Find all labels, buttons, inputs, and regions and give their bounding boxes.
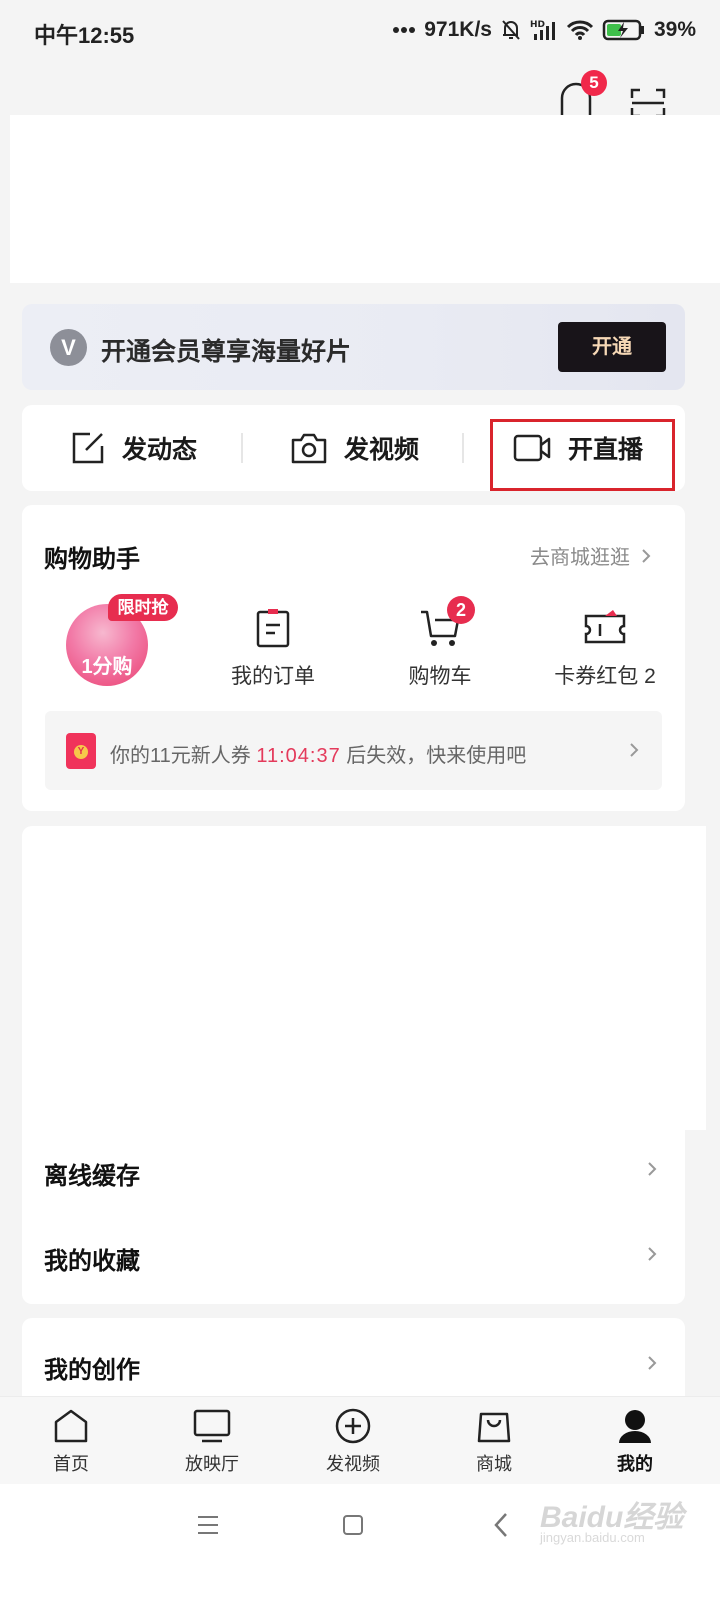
profile-header-area	[10, 115, 720, 283]
shopping-title: 购物助手	[44, 546, 140, 573]
battery-charging-icon	[602, 19, 644, 41]
mute-bell-icon	[502, 20, 520, 40]
chevron-right-icon	[648, 1162, 657, 1176]
menu-icon[interactable]	[196, 1514, 220, 1536]
status-icons: 971K/s HD 39%	[392, 18, 696, 42]
nav-me-label: 我的	[617, 1454, 653, 1474]
nav-theater[interactable]: 放映厅	[167, 1408, 257, 1476]
action-divider	[241, 433, 243, 463]
coupon-prefix: 你的11元新人券	[110, 745, 251, 767]
nav-home[interactable]: 首页	[26, 1408, 116, 1476]
chevron-right-icon	[630, 743, 639, 757]
post-update-label: 发动态	[122, 436, 198, 464]
status-bar: 中午12:55 971K/s HD 39%	[0, 0, 720, 62]
flash-sale-tag: 限时抢	[108, 594, 178, 621]
coupons-button[interactable]: 卡券红包 2	[545, 608, 665, 690]
red-packet-coin: Y	[74, 745, 88, 759]
nav-home-label: 首页	[53, 1454, 89, 1474]
camera-icon	[291, 433, 327, 464]
flash-sale-text: 1分购	[81, 656, 133, 678]
scan-icon[interactable]	[630, 88, 666, 118]
svg-text:HD: HD	[530, 20, 545, 30]
highlight-annotation-box	[490, 419, 675, 491]
nav-post-video[interactable]: 发视频	[308, 1408, 398, 1476]
coupons-label: 卡券红包 2	[554, 665, 656, 688]
my-orders-label: 我的订单	[231, 665, 315, 688]
vip-open-button[interactable]: 开通	[558, 322, 666, 372]
nav-me[interactable]: 我的	[590, 1408, 680, 1476]
nav-post-video-label: 发视频	[326, 1454, 380, 1474]
post-video-label: 发视频	[344, 436, 420, 464]
battery-percent: 39%	[653, 18, 696, 41]
vip-logo: V	[50, 329, 87, 366]
chevron-right-icon	[648, 1356, 657, 1370]
profile-icon	[619, 1410, 651, 1443]
chevron-right-icon	[642, 548, 651, 563]
coupon-message: 你的11元新人券 11:04:37 后失效，快来使用吧	[110, 739, 526, 768]
favorites-item[interactable]: 我的收藏	[44, 1241, 140, 1276]
wifi-icon	[566, 20, 594, 40]
cart-button[interactable]: 购物车	[380, 608, 500, 690]
edit-icon	[72, 432, 104, 464]
watermark-url: jingyan.baidu.com	[540, 1530, 645, 1545]
coupon-suffix: 后失效，快来使用吧	[346, 745, 527, 767]
plus-circle-icon	[335, 1408, 371, 1444]
tv-icon	[193, 1409, 231, 1443]
network-speed: 971K/s	[424, 18, 492, 41]
back-icon[interactable]	[492, 1512, 510, 1538]
post-update-button[interactable]: 发动态	[70, 405, 197, 491]
coupon-icon	[584, 610, 626, 644]
offline-cache-item[interactable]: 离线缓存	[44, 1156, 140, 1191]
cart-badge: 2	[447, 596, 475, 624]
dots-icon	[393, 27, 416, 33]
go-to-mall-link[interactable]: 去商城逛逛	[530, 541, 654, 570]
notification-badge: 5	[581, 70, 607, 96]
vip-banner-text: 开通会员尊享海量好片	[101, 338, 352, 366]
nav-mall-label: 商城	[476, 1454, 512, 1474]
hd-signal-icon: HD	[530, 20, 555, 40]
coupon-countdown: 11:04:37	[256, 745, 341, 767]
my-orders-button[interactable]: 我的订单	[213, 608, 333, 690]
home-square-icon[interactable]	[342, 1514, 364, 1536]
nav-theater-label: 放映厅	[185, 1454, 239, 1474]
shopping-bag-icon	[477, 1412, 511, 1443]
cart-label: 购物车	[408, 665, 472, 688]
nav-mall[interactable]: 商城	[449, 1408, 539, 1476]
status-time: 中午12:55	[34, 23, 135, 48]
home-icon	[54, 1409, 88, 1443]
my-creations-item[interactable]: 我的创作	[44, 1350, 140, 1385]
order-icon	[256, 609, 290, 648]
go-to-mall-label: 去商城逛逛	[530, 547, 630, 569]
content-placeholder	[22, 826, 706, 1130]
action-divider	[462, 433, 464, 463]
chevron-right-icon	[648, 1247, 657, 1261]
red-packet-icon: Y	[66, 733, 96, 769]
post-video-button[interactable]: 发视频	[290, 405, 419, 491]
